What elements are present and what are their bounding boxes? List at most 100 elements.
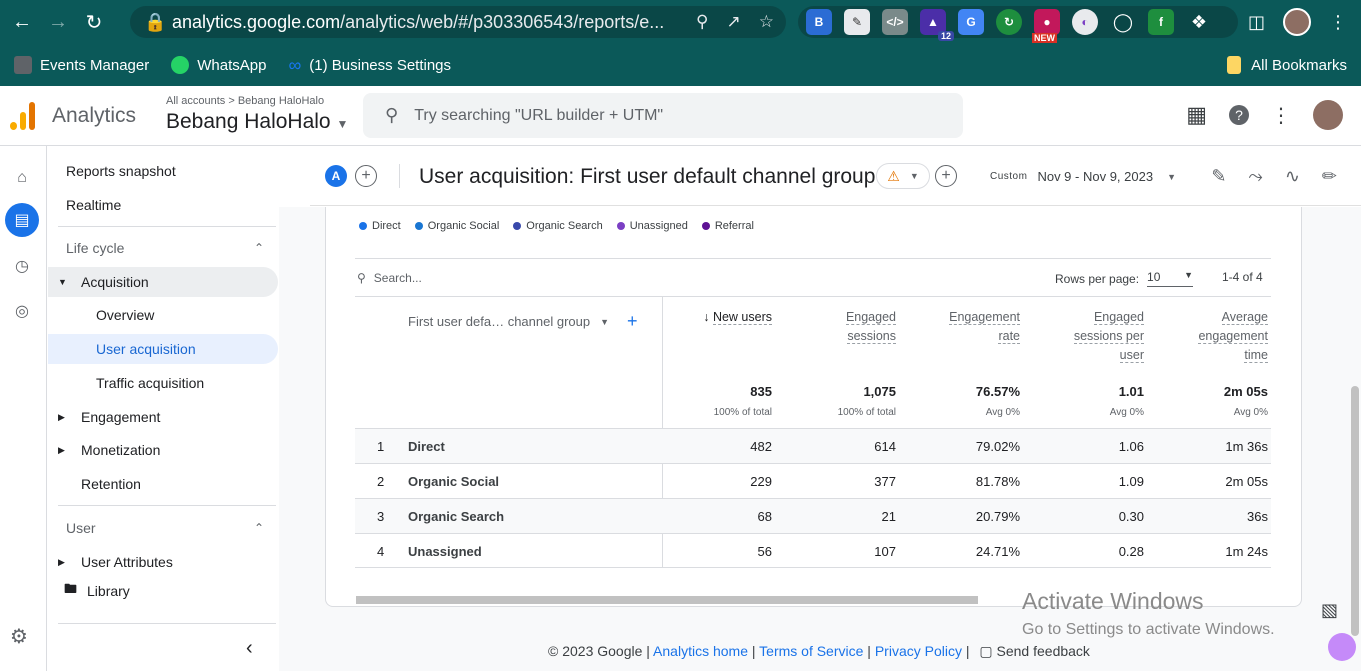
more-vert-icon[interactable]: ⋮ <box>1271 103 1291 128</box>
extension-icon[interactable]: </> <box>882 9 908 35</box>
sidebar-item-acquisition[interactable]: ▼ Acquisition <box>48 267 278 297</box>
extension-icon[interactable]: f <box>1148 9 1174 35</box>
share-icon[interactable]: ⤳ <box>1248 166 1262 187</box>
analytics-home-link[interactable]: Analytics home <box>653 643 748 659</box>
add-comparison-icon[interactable]: + <box>355 165 377 187</box>
row-value: 21 <box>881 509 896 524</box>
extension-icon[interactable]: ◐ <box>1072 9 1098 35</box>
dimension-header[interactable]: First user defa… channel group ▼ + <box>408 311 638 332</box>
sidebar-section-user[interactable]: User ⌃ <box>48 513 278 543</box>
address-bar[interactable]: 🔒 analytics.google.com/analytics/web/#/p… <box>130 6 786 38</box>
forward-icon[interactable]: → <box>44 8 72 36</box>
sidebar-item-user-acquisition[interactable]: User acquisition <box>48 334 278 364</box>
sidebar-item-reports-snapshot[interactable]: Reports snapshot <box>48 156 278 186</box>
home-icon[interactable]: ⌂ <box>8 164 36 192</box>
advertising-icon[interactable]: ◎ <box>8 297 36 325</box>
sidebar-item-overview[interactable]: Overview <box>48 300 278 330</box>
account-avatar[interactable] <box>1313 100 1343 130</box>
comparison-chip[interactable]: A <box>325 165 347 187</box>
send-feedback-link[interactable]: Send feedback <box>997 643 1090 659</box>
extension-icon[interactable]: ◯ <box>1110 9 1136 35</box>
legend-dot <box>414 222 423 230</box>
bookmark-whatsapp[interactable]: WhatsApp <box>171 56 266 74</box>
terms-link[interactable]: Terms of Service <box>759 643 863 659</box>
sidebar-item-user-attributes[interactable]: ▶ User Attributes <box>48 547 278 577</box>
sidebar-item-traffic-acquisition[interactable]: Traffic acquisition <box>48 368 278 398</box>
bookmark-star-icon[interactable]: ☆ <box>759 12 774 32</box>
sidebar-section-lifecycle[interactable]: Life cycle ⌃ <box>48 233 278 263</box>
settings-gear-icon[interactable]: ⚙ <box>10 624 28 649</box>
collapse-sidebar-icon[interactable]: ‹ <box>246 637 253 660</box>
zoom-icon[interactable]: ⚲ <box>696 12 708 32</box>
bookmark-business-settings[interactable]: ∞ (1) Business Settings <box>288 55 451 76</box>
add-filter-icon[interactable]: + <box>935 165 957 187</box>
caret-down-icon: ▼ <box>600 316 610 327</box>
extension-icon[interactable]: ↻ <box>996 9 1022 35</box>
sidebar-item-realtime[interactable]: Realtime <box>48 190 278 220</box>
property-selector[interactable]: Bebang HaloHalo ▼ <box>166 110 348 134</box>
metric-header-new-users[interactable]: ↓ New users <box>672 308 772 327</box>
table-search-input[interactable]: ⚲ Search... <box>357 271 422 285</box>
table-row[interactable]: 4 Unassigned 56 107 24.71% 0.28 1m 24s <box>355 533 1271 568</box>
add-dimension-icon[interactable]: + <box>627 311 638 332</box>
analytics-logo[interactable] <box>10 102 35 130</box>
side-panel-icon[interactable]: ◫ <box>1248 12 1265 33</box>
extension-icon[interactable]: G <box>958 9 984 35</box>
apps-grid-icon[interactable]: ▦ <box>1186 102 1207 128</box>
caret-right-icon: ▶ <box>58 444 65 455</box>
row-dimension: Organic Search <box>408 509 505 524</box>
assistant-icon[interactable] <box>1328 633 1356 661</box>
all-bookmarks[interactable]: All Bookmarks <box>1227 56 1347 74</box>
metric-header-avg-engagement-time[interactable]: Average engagement time <box>1148 308 1268 365</box>
explore-icon[interactable]: ◷ <box>8 252 36 280</box>
insights-icon[interactable]: ∿ <box>1285 166 1300 187</box>
table-row[interactable]: 2 Organic Social 229 377 81.78% 1.09 2m … <box>355 463 1271 498</box>
bookmark-events-manager[interactable]: Events Manager <box>14 56 149 74</box>
vertical-scrollbar[interactable] <box>1351 386 1359 636</box>
share-icon[interactable]: ↗ <box>727 12 741 32</box>
date-range-text: Nov 9 - Nov 9, 2023 <box>1037 169 1154 184</box>
feedback-icon[interactable]: ▧ <box>1321 600 1343 622</box>
extension-icon[interactable]: ● NEW <box>1032 9 1060 43</box>
sidebar-item-label: Reports snapshot <box>66 163 176 179</box>
metric-header-line: Engaged <box>845 310 896 325</box>
metric-header-engaged-sessions[interactable]: Engaged sessions <box>776 308 896 346</box>
sidebar-item-engagement[interactable]: ▶ Engagement <box>48 402 278 432</box>
extension-icon[interactable]: ✎ <box>844 9 870 35</box>
sidebar-item-retention[interactable]: Retention <box>48 469 278 499</box>
legend-item[interactable]: Organic Social <box>414 220 500 232</box>
metric-header-sessions-per-user[interactable]: Engaged sessions per user <box>1024 308 1144 365</box>
search-bar[interactable]: ⚲ Try searching "URL builder + UTM" <box>363 93 963 138</box>
breadcrumb[interactable]: All accounts > Bebang HaloHalo <box>166 95 324 107</box>
legend-item[interactable]: Direct <box>359 220 401 232</box>
legend-item[interactable]: Referral <box>701 220 754 232</box>
sidebar-item-library[interactable]: 🖿 Library <box>48 576 278 606</box>
extension-icon[interactable]: ▲ 12 <box>920 9 954 41</box>
caret-right-icon: ▶ <box>58 556 65 567</box>
reports-icon[interactable]: ▤ <box>5 203 39 237</box>
date-range-picker[interactable]: Custom Nov 9 - Nov 9, 2023 ▼ <box>990 169 1176 184</box>
puzzle-icon[interactable]: ❖ <box>1186 9 1212 35</box>
metric-header-engagement-rate[interactable]: Engagement rate <box>900 308 1020 346</box>
menu-dots-icon[interactable]: ⋮ <box>1329 12 1347 33</box>
profile-avatar[interactable] <box>1283 8 1311 36</box>
back-icon[interactable]: ← <box>8 8 36 36</box>
customize-report-icon[interactable]: ✎ <box>1211 166 1226 187</box>
divider <box>58 505 276 506</box>
rows-per-page-select[interactable]: 10 ▼ <box>1147 270 1194 287</box>
legend-item[interactable]: Unassigned <box>616 220 688 232</box>
legend-dot <box>513 222 522 230</box>
help-icon[interactable]: ? <box>1229 105 1249 125</box>
sidebar-item-monetization[interactable]: ▶ Monetization <box>48 435 278 465</box>
privacy-link[interactable]: Privacy Policy <box>875 643 962 659</box>
table-row[interactable]: 1 Direct 482 614 79.02% 1.06 1m 36s <box>355 428 1271 463</box>
app-name[interactable]: Analytics <box>52 104 136 128</box>
reload-icon[interactable]: ↻ <box>80 8 108 36</box>
legend-label: Organic Social <box>427 220 500 232</box>
warning-chip[interactable]: ⚠ ▼ <box>876 163 930 189</box>
extension-icon[interactable]: B <box>806 9 832 35</box>
table-row[interactable]: 3 Organic Search 68 21 20.79% 0.30 36s <box>355 498 1271 533</box>
edit-icon[interactable]: ✏ <box>1322 166 1337 187</box>
horizontal-scrollbar[interactable] <box>356 596 978 604</box>
legend-item[interactable]: Organic Search <box>513 220 603 232</box>
